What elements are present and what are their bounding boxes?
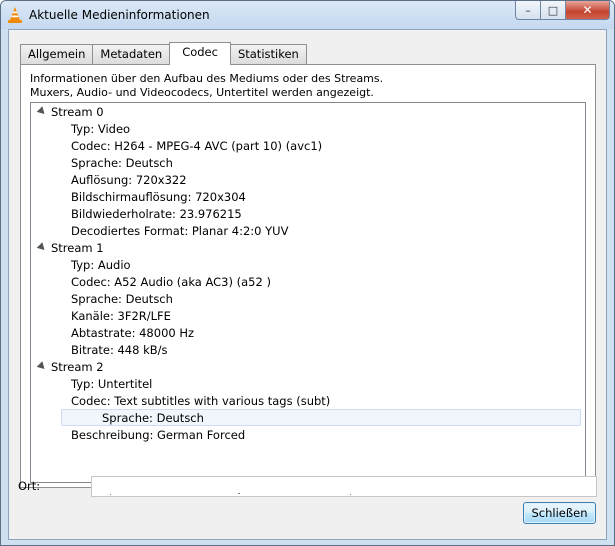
tree-node-stream-1[interactable]: Stream 1 — [31, 240, 583, 257]
tree-item-text: Sprache: Deutsch — [102, 411, 204, 425]
dialog-client-area: Allgemein Metadaten Codec Statistiken In… — [8, 29, 607, 540]
tree-item[interactable]: Codec: Text subtitles with various tags … — [31, 393, 583, 410]
tree-item[interactable]: Codec: H264 - MPEG-4 AVC (part 10) (avc1… — [31, 138, 583, 155]
tree-item[interactable]: Sprache: Deutsch — [31, 155, 583, 172]
codec-tab-panel: Informationen über den Aufbau des Medium… — [20, 64, 596, 488]
tree-item-selected[interactable]: Sprache: Deutsch — [61, 409, 581, 426]
tab-bar: Allgemein Metadaten Codec Statistiken — [20, 42, 307, 65]
tree-item-text: Codec: H264 - MPEG-4 AVC (part 10) (avc1… — [71, 139, 323, 153]
tree-item-text: Sprache: Deutsch — [71, 292, 173, 306]
tree-item-text: Codec: Text subtitles with various tags … — [71, 394, 331, 408]
info-line-2: Muxers, Audio- und Videocodecs, Untertit… — [30, 86, 374, 99]
tree-item-text: Abtastrate: 48000 Hz — [71, 326, 195, 340]
tree-item-text: Typ: Video — [71, 122, 131, 136]
tree-item[interactable]: Typ: Video — [31, 121, 583, 138]
tree-item-text: Bitrate: 448 kB/s — [71, 343, 168, 357]
stream-tree[interactable]: Stream 0 Typ: Video Codec: H264 - MPEG-4… — [30, 102, 586, 483]
tree-item[interactable]: Typ: Untertitel — [31, 376, 583, 393]
vlc-cone-icon — [7, 6, 23, 24]
stream-label: Stream 1 — [51, 241, 104, 255]
close-icon: ✕ — [582, 3, 593, 17]
tree-item[interactable]: Sprache: Deutsch — [31, 291, 583, 308]
window-title: Aktuelle Medieninformationen — [29, 8, 210, 22]
expanded-triangle-icon[interactable] — [36, 242, 48, 253]
location-label: Ort: — [18, 479, 41, 493]
tree-item[interactable]: Auflösung: 720x322 — [31, 172, 583, 189]
tree-item[interactable]: Typ: Audio — [31, 257, 583, 274]
tree-item[interactable]: Beschreibung: German Forced — [31, 427, 583, 444]
truncated-text-artifacts — [110, 493, 351, 495]
tree-node-stream-2[interactable]: Stream 2 — [31, 359, 583, 376]
tree-item-text: Codec: A52 Audio (aka AC3) (a52 ) — [71, 275, 271, 289]
tree-item-text: Beschreibung: German Forced — [71, 428, 246, 442]
tab-statistiken[interactable]: Statistiken — [229, 44, 307, 64]
tree-item[interactable]: Decodiertes Format: Planar 4:2:0 YUV — [31, 223, 583, 240]
tab-codec[interactable]: Codec — [169, 42, 231, 65]
tree-item[interactable]: Abtastrate: 48000 Hz — [31, 325, 583, 342]
tree-item-text: Decodiertes Format: Planar 4:2:0 YUV — [71, 224, 289, 238]
location-field[interactable] — [91, 476, 597, 497]
tree-item-text: Bildwiederholrate: 23.976215 — [71, 207, 242, 221]
caption-buttons: – □ ✕ — [515, 1, 610, 21]
minimize-button[interactable]: – — [515, 1, 541, 20]
tree-item[interactable]: Bitrate: 448 kB/s — [31, 342, 583, 359]
info-line-1: Informationen über den Aufbau des Medium… — [30, 72, 384, 85]
media-info-window: Aktuelle Medieninformationen – □ ✕ Allge… — [0, 0, 615, 546]
tree-item[interactable]: Codec: A52 Audio (aka AC3) (a52 ) — [31, 274, 583, 291]
expanded-triangle-icon[interactable] — [36, 106, 48, 117]
close-window-button[interactable]: ✕ — [566, 1, 610, 20]
stream-label: Stream 2 — [51, 360, 104, 374]
tree-item-text: Typ: Audio — [71, 258, 131, 272]
close-button[interactable]: Schließen — [523, 502, 596, 524]
tree-item-text: Bildschirmauflösung: 720x304 — [71, 190, 246, 204]
tree-item-text: Sprache: Deutsch — [71, 156, 173, 170]
stream-label: Stream 0 — [51, 105, 104, 119]
minimize-icon: – — [525, 3, 531, 17]
tree-node-stream-0[interactable]: Stream 0 — [31, 104, 583, 121]
tree-item-text: Kanäle: 3F2R/LFE — [71, 309, 171, 323]
tree-item[interactable]: Bildschirmauflösung: 720x304 — [31, 189, 583, 206]
tree-item-text: Auflösung: 720x322 — [71, 173, 187, 187]
tab-metadaten[interactable]: Metadaten — [92, 44, 171, 64]
codec-description: Informationen über den Aufbau des Medium… — [30, 72, 383, 100]
tab-allgemein[interactable]: Allgemein — [20, 44, 94, 64]
maximize-icon: □ — [547, 3, 559, 17]
tree-item-text: Typ: Untertitel — [71, 377, 153, 391]
title-bar[interactable]: Aktuelle Medieninformationen – □ ✕ — [1, 1, 614, 29]
tree-item[interactable]: Kanäle: 3F2R/LFE — [31, 308, 583, 325]
tree-item[interactable]: Bildwiederholrate: 23.976215 — [31, 206, 583, 223]
maximize-button[interactable]: □ — [541, 1, 566, 20]
expanded-triangle-icon[interactable] — [36, 361, 48, 372]
